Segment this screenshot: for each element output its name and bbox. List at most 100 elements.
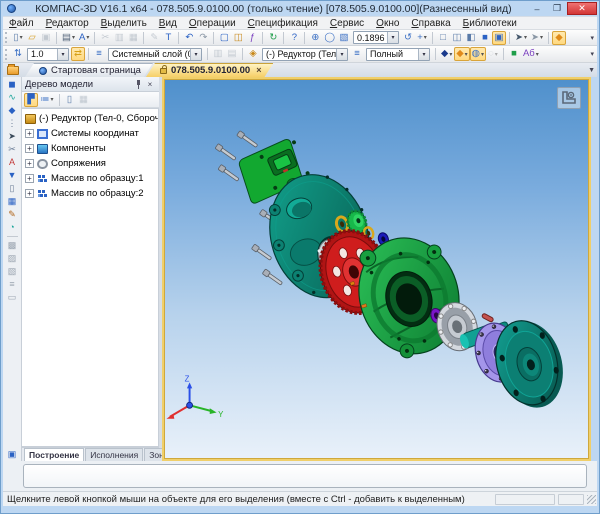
menu-5-item[interactable]: Операции [183,18,242,29]
zoom-scale-combo[interactable]: 0.1896▾ [353,31,399,44]
close-button[interactable]: ✕ [567,2,597,15]
layers-button[interactable]: ≡ [92,47,106,61]
expander-icon[interactable]: + [25,189,34,198]
rail-bottom-icon[interactable]: ▣ [5,448,20,461]
print-preview-button[interactable]: A▾ [77,31,91,45]
tab-start[interactable]: Стартовая страница [25,63,153,77]
rail-tool-4-icon[interactable]: ⋮ [5,117,20,130]
display-detail-combo[interactable]: Полный▾ [366,48,430,61]
documents-folder-icon[interactable] [7,66,19,75]
variables-button[interactable]: ▢ [217,31,231,45]
rebuild-button[interactable]: ↻ [266,31,280,45]
rail-tool-3-icon[interactable]: ◆ [5,104,20,117]
chevron-down-icon[interactable]: ▾ [190,49,201,60]
selection-area-button[interactable]: ➤▾ [529,31,545,45]
pin-icon[interactable] [132,79,144,90]
menu-9-item[interactable]: Справка [405,18,456,29]
tree-item-5[interactable]: +Массив по образцу:1 [22,171,158,186]
simplification-button[interactable]: ◌▾ [486,47,500,61]
tab-document[interactable]: 078.505.9.0100.00× [146,63,274,77]
rail-tool-14-icon[interactable]: ▩ [5,239,20,252]
tree-relations-button[interactable]: ▦ [77,93,91,107]
model-viewport[interactable]: Z X Y [162,77,591,461]
shaded-with-edges-button[interactable]: ▣ [492,31,506,45]
rail-tool-8-icon[interactable]: ▼ [5,169,20,182]
zoom-in-button[interactable]: ⊕ [308,31,322,45]
rail-tool-18-icon[interactable]: ▭ [5,291,20,304]
component-combo[interactable]: (-) Редуктор (Тел-0▾ [262,48,348,61]
menu-6-item[interactable]: Спецификация [242,18,324,29]
wireframe-button[interactable]: □ [436,31,450,45]
explode-apply-button[interactable]: ⇄ [71,47,85,61]
display-mode-button[interactable]: ◆▾ [454,47,469,61]
rail-tool-5-icon[interactable]: ➤ [5,130,20,143]
new-document-button[interactable]: ▯▾ [11,31,25,45]
tree-tab-2[interactable]: Исполнения [85,448,143,461]
open-document-button[interactable]: ▱ [25,31,39,45]
cut-button[interactable]: ✂ [98,31,112,45]
chevron-down-icon[interactable]: ▾ [418,49,429,60]
rail-tool-6-icon[interactable]: ✂ [5,143,20,156]
print-button[interactable]: ▤▾ [60,31,77,45]
selection-filter-button[interactable]: ➤▾ [513,31,529,45]
tree-item-6[interactable]: +Массив по образцу:2 [22,186,158,201]
shaded-button[interactable]: ■ [478,31,492,45]
rail-tool-7-icon[interactable]: A [5,156,20,169]
pan-view-button[interactable]: +▾ [415,31,429,45]
menu-10-item[interactable]: Библиотеки [457,18,523,29]
resize-grip[interactable] [587,495,596,504]
rail-tool-12-icon[interactable]: ◔ [5,221,20,234]
tab-overflow-icon[interactable]: ▼ [588,67,595,74]
toolbar-overflow-icon[interactable]: ▾ [590,50,596,58]
tree-item-1[interactable]: (-) Редуктор (Тел-0, Сборочн [22,111,158,126]
menu-7-item[interactable]: Сервис [324,18,370,29]
zoom-current-button[interactable]: ◯ [322,31,337,45]
orientation-indicator-icon[interactable] [557,87,581,109]
expander-icon[interactable]: + [25,144,34,153]
component-icon-button[interactable]: ◈ [246,47,260,61]
tree-tab-1[interactable]: Построение [24,448,84,461]
dimensions-3d-button[interactable]: ■ [507,47,521,61]
wireframe-hidden-button[interactable]: ◫ [450,31,464,45]
explode-view-button[interactable]: ◆ [552,31,566,45]
layer-groups-button[interactable]: ▤ [225,47,239,61]
fx-button[interactable]: ƒ [245,31,259,45]
layer-settings-button[interactable]: ▥ [211,47,225,61]
section-display-button[interactable]: ◍▾ [470,47,486,61]
library-manager-button[interactable]: ◫ [231,31,245,45]
menu-2-item[interactable]: Редактор [40,18,95,29]
close-tab-icon[interactable]: × [256,66,261,75]
zoom-frame-button[interactable]: ▧ [337,31,351,45]
toolbar-grip[interactable] [5,49,9,60]
chevron-down-icon[interactable]: ▾ [57,49,68,60]
rail-tool-15-icon[interactable]: ▨ [5,252,20,265]
rail-tool-11-icon[interactable]: ✎ [5,208,20,221]
expander-icon[interactable]: + [25,129,34,138]
tree-structure-button[interactable]: ≡ [350,47,364,61]
explode-step-combo[interactable]: 1.0▾ [27,48,69,61]
rail-tool-2-icon[interactable]: ∿ [5,91,20,104]
tree-list-button[interactable]: ≔▾ [38,93,56,107]
maximize-button[interactable]: ❐ [547,2,567,15]
annotation-text-button[interactable]: Аб▾ [521,47,541,61]
rail-tool-1-icon[interactable]: ◼ [5,78,20,91]
toolbar-grip[interactable] [5,32,9,43]
paste-button[interactable]: ▦ [126,31,140,45]
tree-item-4[interactable]: +Сопряжения [22,156,158,171]
chevron-down-icon[interactable]: ▾ [336,49,347,60]
save-button[interactable]: ▣ [39,31,53,45]
rail-tool-17-icon[interactable]: ≡ [5,278,20,291]
rail-tool-9-icon[interactable]: ▯ [5,182,20,195]
close-panel-icon[interactable]: × [144,79,156,90]
orientation-button[interactable]: ◆▾ [439,47,454,61]
toolbar-overflow-icon[interactable]: ▾ [590,34,596,42]
rotate-view-button[interactable]: ↺ [401,31,415,45]
menu-1-item[interactable]: Файл [3,18,40,29]
copy-button[interactable]: ▥ [112,31,126,45]
redo-button[interactable]: ↷ [196,31,210,45]
rail-tool-10-icon[interactable]: ▦ [5,195,20,208]
layer-combo[interactable]: Системный слой (0)▾ [108,48,202,61]
tree-item-3[interactable]: +Компоненты [22,141,158,156]
menu-3-item[interactable]: Выделить [95,18,153,29]
tree-item-2[interactable]: +Системы координат [22,126,158,141]
